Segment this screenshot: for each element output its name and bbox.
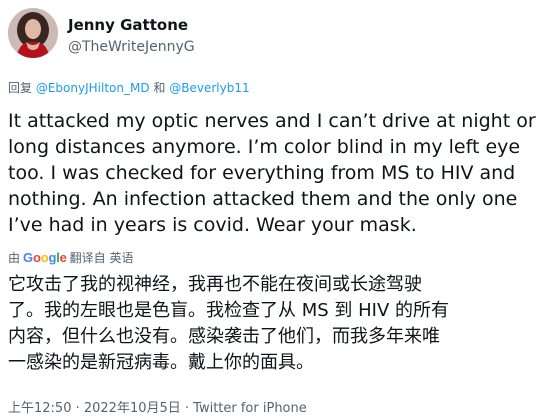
reply-prefix: 回复 [8, 81, 33, 95]
author-handle[interactable]: @TheWriteJennyG [68, 38, 195, 56]
tweet-text: It attacked my optic nerves and I can’t … [8, 110, 536, 236]
translated-by-label: 由 [8, 251, 21, 265]
avatar[interactable] [8, 8, 58, 58]
mention-link[interactable]: @EbonyJHilton_MD [36, 81, 150, 95]
tweet-timestamp[interactable]: 上午12:50 · 2022年10月5日 · Twitter for iPhon… [8, 400, 307, 418]
mention-link[interactable]: @Beverlyb11 [169, 81, 249, 95]
reply-conjunction: 和 [153, 81, 166, 95]
author-name[interactable]: Jenny Gattone [68, 16, 188, 34]
translated-from-label: 翻译自 英语 [69, 251, 134, 265]
reply-context: 回复 @EbonyJHilton_MD 和 @Beverlyb11 [8, 80, 250, 96]
translated-text: 它攻击了我的视神经，我再也不能在夜间或长途驾驶 了。我的左眼也是色盲。我检查了从… [8, 274, 449, 373]
google-logo: Google [23, 250, 67, 265]
avatar-image [8, 8, 58, 58]
translation-attribution: 由 Google 翻译自 英语 [8, 250, 133, 266]
